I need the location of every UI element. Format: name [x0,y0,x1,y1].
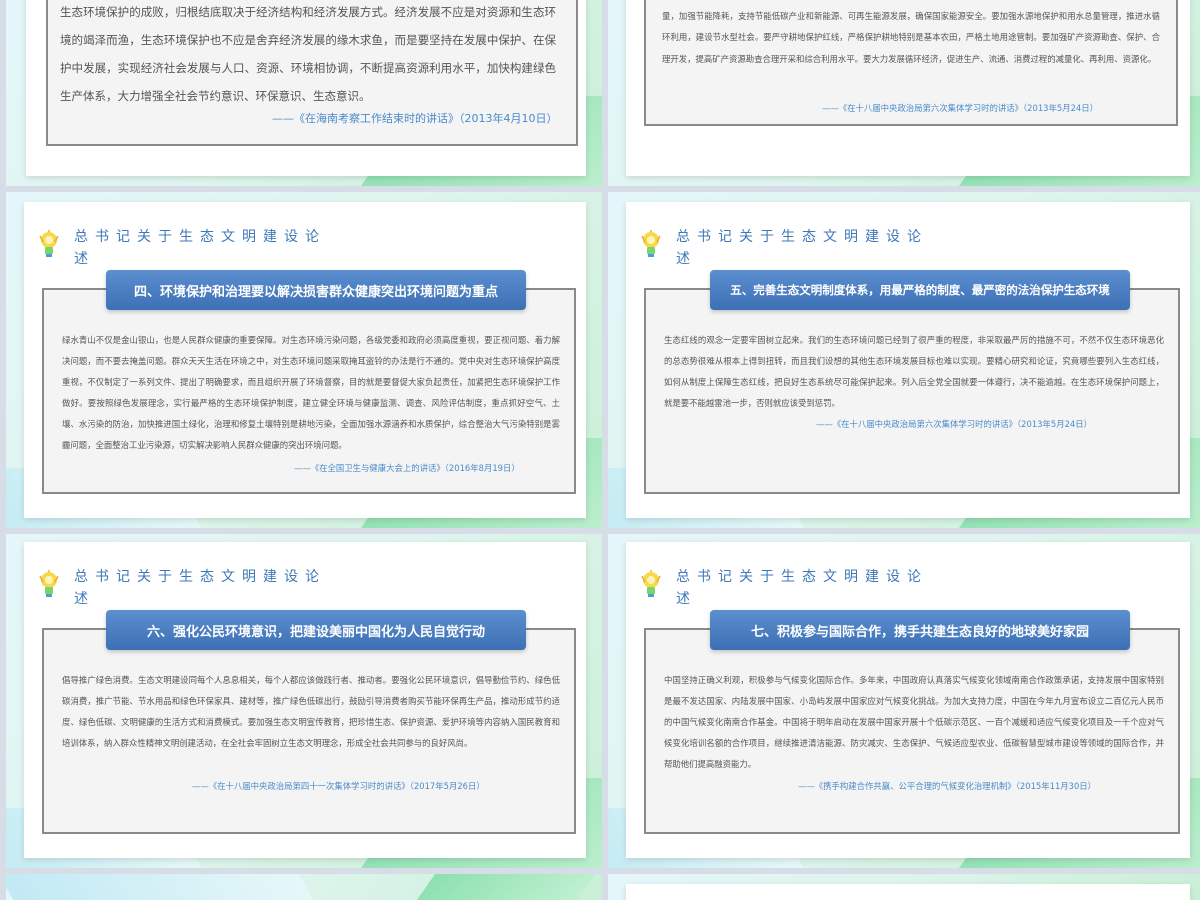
quote-panel: 中国坚持正确义利观，积极参与气候变化国际合作。多年来，中国政府认真落实气候变化领… [644,628,1180,834]
slide-top-right[interactable]: 要大力节约集约利用资源，推动资源利用方式根本转变，加强全过程节约管理，大幅降低能… [608,0,1200,186]
slide-7[interactable]: 总书记关于生态文明建设论述 中国坚持正确义利观，积极参与气候变化国际合作。多年来… [608,534,1200,868]
lightbulb-icon [39,230,59,257]
quote-panel: 绿水青山不仅是金山银山，也是人民群众健康的重要保障。对生态环境污染问题，各级党委… [42,288,576,494]
slide-top-left[interactable]: 生态环境保护的成败，归根结底取决于经济结构和经济发展方式。经济发展不应是对资源和… [6,0,602,186]
source-citation: ——《在十八届中央政治局第六次集体学习时的讲话》（2013年5月24日） [822,103,1098,113]
decoration [416,874,596,900]
slide-card: 要大力节约集约利用资源，推动资源利用方式根本转变，加强全过程节约管理，大幅降低能… [626,0,1190,176]
source-citation: ——《在十八届中央政治局第六次集体学习时的讲话》（2013年5月24日） [816,419,1092,429]
slide-bottom-right[interactable] [608,874,1200,900]
section-banner: 七、积极参与国际合作，携手共建生态良好的地球美好家园 [710,610,1130,650]
source-citation: ——《携手构建合作共赢、公平合理的气候变化治理机制》（2015年11月30日） [798,781,1097,791]
decoration [6,874,314,900]
slide-4[interactable]: 总书记关于生态文明建设论述 绿水青山不仅是金山银山，也是人民群众健康的重要保障。… [6,192,602,528]
lightbulb-icon [641,570,661,597]
body-text: 中国坚持正确义利观，积极参与气候变化国际合作。多年来，中国政府认真落实气候变化领… [664,675,1164,769]
lightbulb-icon [39,570,59,597]
quote-panel: 生态红线的观念一定要牢固树立起来。我们的生态环境问题已经到了很严重的程度，非采取… [644,288,1180,494]
quote-panel: 倡导推广绿色消费。生态文明建设同每个人息息相关，每个人都应该做践行者、推动者。要… [42,628,576,834]
slide-card: 总书记关于生态文明建设论述 中国坚持正确义利观，积极参与气候变化国际合作。多年来… [626,542,1190,858]
body-text: 绿水青山不仅是金山银山，也是人民群众健康的重要保障。对生态环境污染问题，各级党委… [62,335,560,450]
source-citation: ——《在十八届中央政治局第四十一次集体学习时的讲话》（2017年5月26日） [192,781,485,791]
slide-card [626,884,1190,900]
slide-card: 总书记关于生态文明建设论述 生态红线的观念一定要牢固树立起来。我们的生态环境问题… [626,202,1190,518]
source-citation: ——《在海南考察工作结束时的讲话》（2013年4月10日） [272,112,558,125]
slide-6[interactable]: 总书记关于生态文明建设论述 倡导推广绿色消费。生态文明建设同每个人息息相关，每个… [6,534,602,868]
slide-bottom-left[interactable] [6,874,602,900]
slide-title: 总书记关于生态文明建设论述 [74,569,326,607]
body-text: 倡导推广绿色消费。生态文明建设同每个人息息相关，每个人都应该做践行者、推动者。要… [62,675,560,748]
slide-title: 总书记关于生态文明建设论述 [676,229,928,267]
slide-card: 总书记关于生态文明建设论述 倡导推广绿色消费。生态文明建设同每个人息息相关，每个… [24,542,586,858]
slide-title: 总书记关于生态文明建设论述 [74,229,326,267]
slide-card: 总书记关于生态文明建设论述 绿水青山不仅是金山银山，也是人民群众健康的重要保障。… [24,202,586,518]
body-text: 要大力节约集约利用资源，推动资源利用方式根本转变，加强全过程节约管理，大幅降低能… [662,10,1160,64]
source-citation: ——《在全国卫生与健康大会上的讲话》（2016年8月19日） [294,463,520,473]
body-text: 生态环境保护的成败，归根结底取决于经济结构和经济发展方式。经济发展不应是对资源和… [60,5,556,103]
section-banner: 六、强化公民环境意识，把建设美丽中国化为人民自觉行动 [106,610,526,650]
section-banner: 五、完善生态文明制度体系，用最严格的制度、最严密的法治保护生态环境 [710,270,1130,310]
lightbulb-icon [641,230,661,257]
slide-title: 总书记关于生态文明建设论述 [676,569,928,607]
body-text: 生态红线的观念一定要牢固树立起来。我们的生态环境问题已经到了很严重的程度，非采取… [664,335,1164,408]
section-banner: 四、环境保护和治理要以解决损害群众健康突出环境问题为重点 [106,270,526,310]
slide-5[interactable]: 总书记关于生态文明建设论述 生态红线的观念一定要牢固树立起来。我们的生态环境问题… [608,192,1200,528]
slide-card: 生态环境保护的成败，归根结底取决于经济结构和经济发展方式。经济发展不应是对资源和… [26,0,586,176]
